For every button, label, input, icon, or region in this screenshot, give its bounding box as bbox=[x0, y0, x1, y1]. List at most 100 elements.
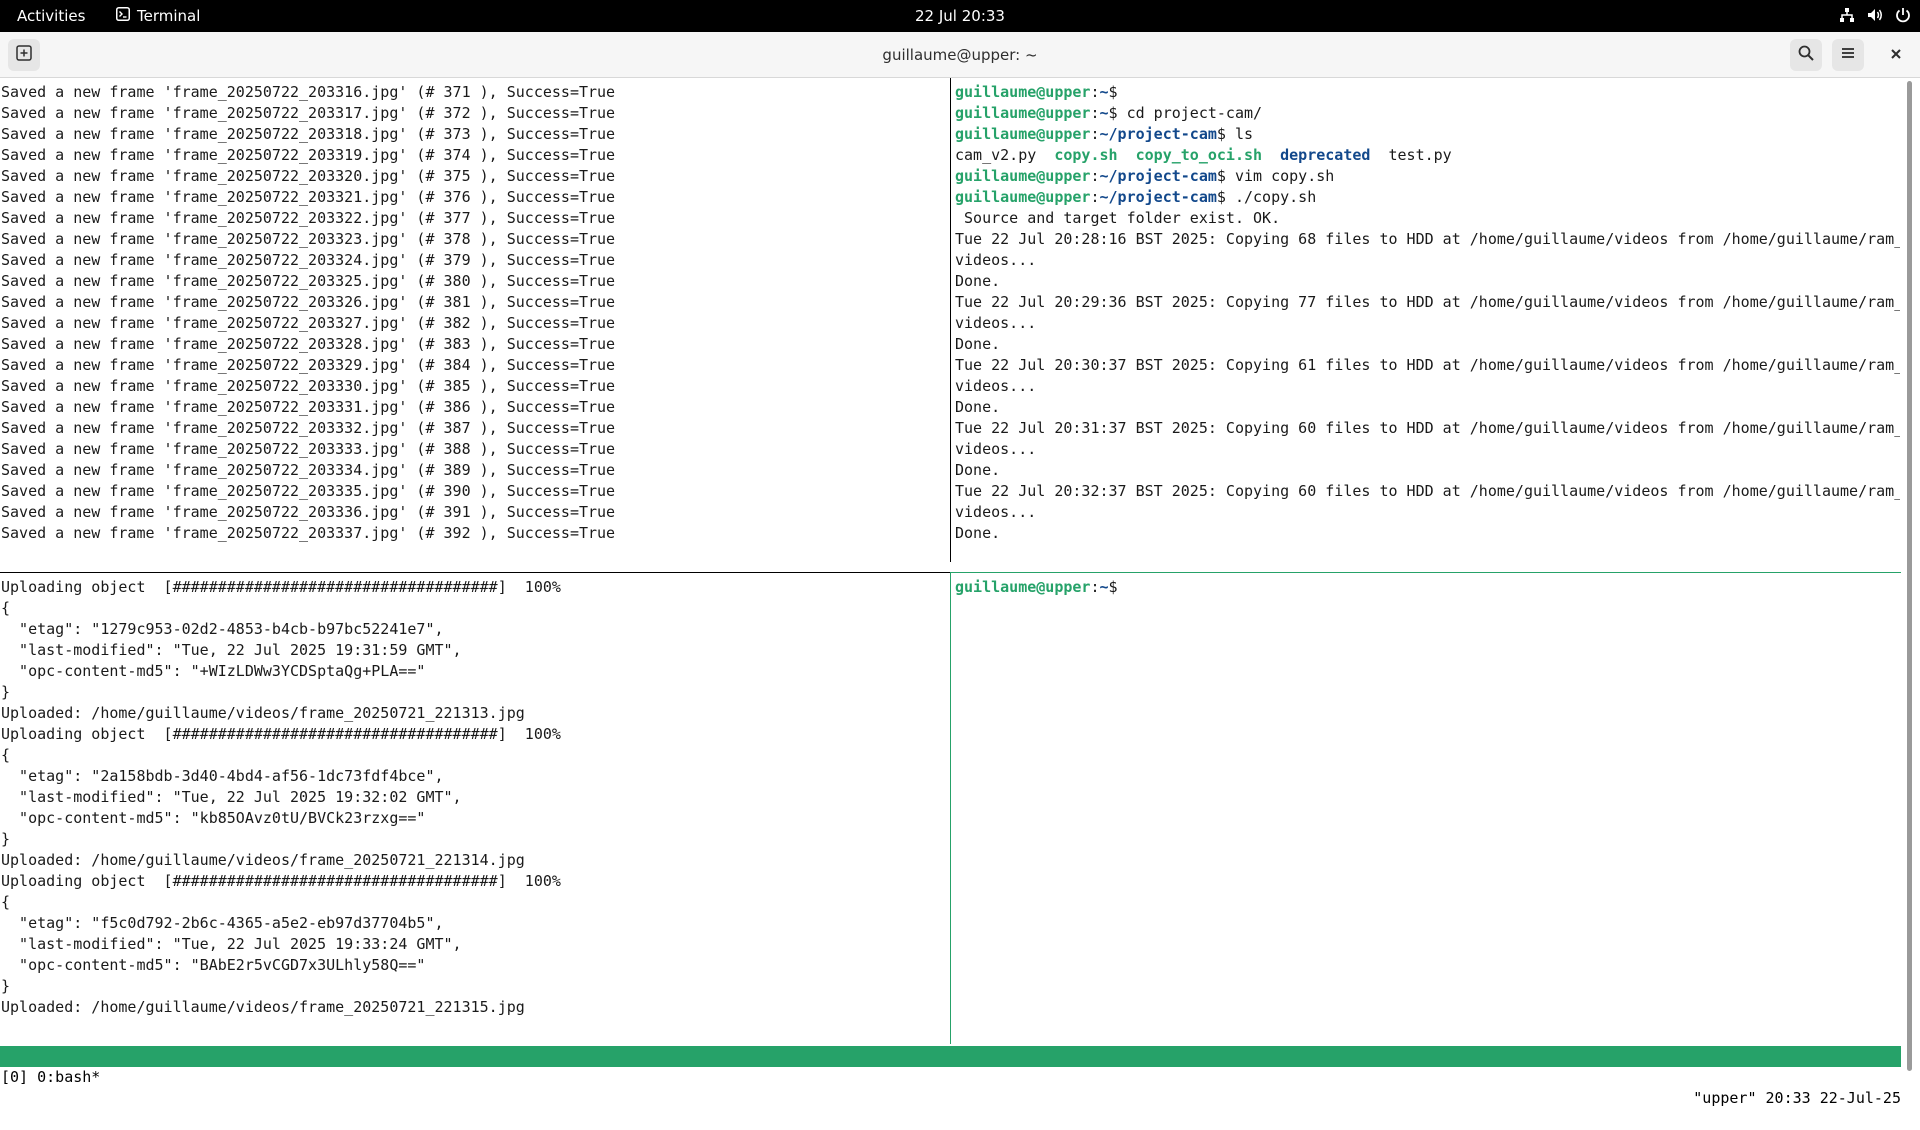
clock-button[interactable]: 22 Jul 20:33 bbox=[915, 7, 1005, 25]
ls-output: cam_v2.py copy.sh copy_to_oci.sh depreca… bbox=[955, 145, 1452, 166]
terminal-line: { bbox=[1, 599, 11, 617]
terminal-line: Saved a new frame 'frame_20250722_203333… bbox=[1, 440, 616, 458]
terminal-line: Uploaded: /home/guillaume/videos/frame_2… bbox=[1, 851, 525, 869]
terminal-line: Tue 22 Jul 20:32:37 BST 2025: Copying 60… bbox=[955, 482, 1900, 500]
window-title: guillaume@upper: ~ bbox=[882, 46, 1038, 64]
search-icon bbox=[1797, 44, 1815, 66]
pane-bottom-left[interactable]: Uploading object [######################… bbox=[0, 573, 950, 1045]
file-entry: test.py bbox=[1388, 146, 1452, 164]
main-menu-button[interactable] bbox=[1832, 39, 1864, 71]
terminal-line: "opc-content-md5": "BAbE2r5vCGD7x3ULhly5… bbox=[1, 956, 426, 974]
pane-divider-horizontal-right[interactable] bbox=[951, 572, 1901, 573]
terminal-line: "etag": "1279c953-02d2-4853-b4cb-b97bc52… bbox=[1, 620, 444, 638]
terminal-line: Saved a new frame 'frame_20250722_203328… bbox=[1, 335, 616, 353]
prompt-user: guillaume@upper bbox=[955, 83, 1091, 101]
terminal-line: Tue 22 Jul 20:29:36 BST 2025: Copying 77… bbox=[955, 293, 1900, 311]
terminal-line: Saved a new frame 'frame_20250722_203321… bbox=[1, 188, 616, 206]
prompt-user: guillaume@upper bbox=[955, 578, 1091, 596]
tmux-status-right: "upper" 20:33 22-Jul-25 bbox=[1693, 1089, 1901, 1107]
command-text: vim copy.sh bbox=[1225, 167, 1335, 185]
terminal-scrollbar[interactable] bbox=[1907, 81, 1912, 1071]
prompt-dollar: $ bbox=[1216, 167, 1226, 185]
directory-entry: deprecated bbox=[1280, 146, 1371, 164]
prompt-user: guillaume@upper bbox=[955, 104, 1091, 122]
terminal-line: Saved a new frame 'frame_20250722_203316… bbox=[1, 83, 616, 101]
hamburger-menu-icon bbox=[1839, 44, 1857, 66]
terminal-line: { bbox=[1, 893, 11, 911]
pane-top-left[interactable]: Saved a new frame 'frame_20250722_203316… bbox=[0, 78, 950, 572]
new-tab-button[interactable] bbox=[8, 39, 40, 71]
terminal-line: Saved a new frame 'frame_20250722_203322… bbox=[1, 209, 616, 227]
tmux-status-left[interactable]: [0] 0:bash* bbox=[1, 1067, 100, 1088]
terminal-line: Saved a new frame 'frame_20250722_203324… bbox=[1, 251, 616, 269]
terminal-line: Tue 22 Jul 20:30:37 BST 2025: Copying 61… bbox=[955, 356, 1900, 374]
terminal-line: } bbox=[1, 683, 11, 701]
prompt-sep: : bbox=[1090, 83, 1100, 101]
command-text: cd project-cam/ bbox=[1117, 104, 1263, 122]
terminal-line: "opc-content-md5": "kb85OAvz0tU/BVCk23rz… bbox=[1, 809, 426, 827]
terminal-line: "last-modified": "Tue, 22 Jul 2025 19:33… bbox=[1, 935, 462, 953]
volume-icon[interactable] bbox=[1866, 6, 1884, 28]
prompt-cwd: ~/project-cam bbox=[1099, 167, 1217, 185]
top-bar: Activities Terminal 22 Jul 20:33 bbox=[0, 0, 1920, 32]
prompt-sep: : bbox=[1090, 104, 1100, 122]
prompt-dollar: $ bbox=[1216, 188, 1226, 206]
terminal-area[interactable]: Saved a new frame 'frame_20250722_203316… bbox=[0, 78, 1920, 1107]
prompt-user: guillaume@upper bbox=[955, 167, 1091, 185]
terminal-line: Saved a new frame 'frame_20250722_203331… bbox=[1, 398, 616, 416]
terminal-line: Uploading object [######################… bbox=[1, 725, 561, 743]
app-menu-button[interactable]: Terminal bbox=[116, 7, 200, 25]
terminal-line: Saved a new frame 'frame_20250722_203319… bbox=[1, 146, 616, 164]
terminal-line: Saved a new frame 'frame_20250722_203318… bbox=[1, 125, 616, 143]
pane-divider-vertical[interactable] bbox=[950, 78, 951, 1044]
terminal-line: Saved a new frame 'frame_20250722_203320… bbox=[1, 167, 616, 185]
terminal-line: Saved a new frame 'frame_20250722_203329… bbox=[1, 356, 616, 374]
terminal-line: Source and target folder exist. OK. bbox=[955, 209, 1281, 227]
close-window-button[interactable] bbox=[1880, 39, 1912, 71]
network-icon[interactable] bbox=[1838, 6, 1856, 28]
terminal-line: Done. bbox=[955, 398, 1001, 416]
prompt-line: guillaume@upper:~/project-cam$ vim copy.… bbox=[955, 166, 1334, 187]
file-entry: cam_v2.py bbox=[955, 146, 1037, 164]
terminal-line: Saved a new frame 'frame_20250722_203332… bbox=[1, 419, 616, 437]
prompt-line: guillaume@upper:~/project-cam$ ls bbox=[955, 124, 1253, 145]
terminal-line: "opc-content-md5": "+WIzLDWw3YCDSptaQg+P… bbox=[1, 662, 426, 680]
terminal-line: } bbox=[1, 977, 11, 995]
close-icon bbox=[1889, 46, 1903, 65]
terminal-line: videos... bbox=[955, 377, 1037, 395]
terminal-line: Saved a new frame 'frame_20250722_203323… bbox=[1, 230, 616, 248]
power-icon[interactable] bbox=[1894, 6, 1912, 28]
prompt-sep: : bbox=[1090, 125, 1100, 143]
prompt-line: guillaume@upper:~$ bbox=[955, 82, 1118, 103]
terminal-line: } bbox=[1, 830, 11, 848]
prompt-cwd: ~ bbox=[1099, 578, 1109, 596]
terminal-line: videos... bbox=[955, 314, 1037, 332]
terminal-line: Saved a new frame 'frame_20250722_203327… bbox=[1, 314, 616, 332]
executable-entry: copy_to_oci.sh bbox=[1135, 146, 1263, 164]
terminal-icon bbox=[116, 7, 130, 25]
activities-button[interactable]: Activities bbox=[17, 7, 85, 25]
terminal-line: Saved a new frame 'frame_20250722_203325… bbox=[1, 272, 616, 290]
pane-bottom-right[interactable]: guillaume@upper:~$ bbox=[954, 573, 1900, 1045]
search-button[interactable] bbox=[1790, 39, 1822, 71]
terminal-line: { bbox=[1, 746, 11, 764]
terminal-line: Done. bbox=[955, 524, 1001, 542]
prompt-line: guillaume@upper:~$ cd project-cam/ bbox=[955, 103, 1262, 124]
tmux-status-bar: [0] 0:bash* "upper" 20:33 22-Jul-25 bbox=[0, 1046, 1901, 1107]
prompt-dollar: $ bbox=[1108, 83, 1118, 101]
terminal-line: Done. bbox=[955, 335, 1001, 353]
prompt-cwd: ~ bbox=[1099, 83, 1109, 101]
window-header-bar: guillaume@upper: ~ bbox=[0, 32, 1920, 78]
terminal-line: Uploaded: /home/guillaume/videos/frame_2… bbox=[1, 998, 525, 1016]
prompt-dollar: $ bbox=[1216, 125, 1226, 143]
prompt-cwd: ~/project-cam bbox=[1099, 188, 1217, 206]
pane-top-right[interactable]: guillaume@upper:~$ guillaume@upper:~$ cd … bbox=[954, 78, 1900, 572]
prompt-sep: : bbox=[1090, 188, 1100, 206]
terminal-line: "last-modified": "Tue, 22 Jul 2025 19:32… bbox=[1, 788, 462, 806]
terminal-line: Uploading object [######################… bbox=[1, 578, 561, 596]
pane-divider-horizontal-left[interactable] bbox=[0, 572, 950, 573]
command-text: ls bbox=[1225, 125, 1254, 143]
system-tray[interactable] bbox=[1838, 6, 1912, 28]
prompt-line: guillaume@upper:~/project-cam$ ./copy.sh bbox=[955, 187, 1316, 208]
terminal-line: Saved a new frame 'frame_20250722_203317… bbox=[1, 104, 616, 122]
